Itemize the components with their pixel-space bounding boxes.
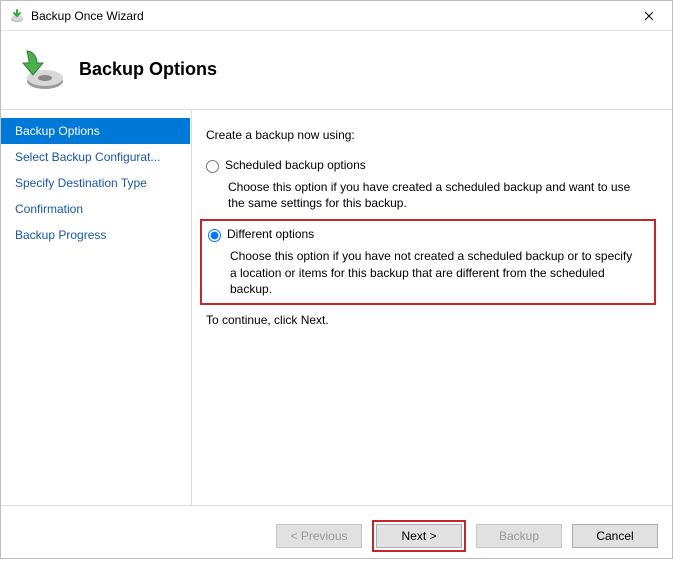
highlight-next-button: Next > bbox=[372, 520, 466, 552]
page-title: Backup Options bbox=[79, 59, 217, 80]
option-scheduled-backup-desc: Choose this option if you have created a… bbox=[228, 179, 644, 211]
option-different-options-desc: Choose this option if you have not creat… bbox=[230, 248, 638, 297]
wizard-main-panel: Create a backup now using: Scheduled bac… bbox=[191, 110, 672, 505]
sidebar-item-select-backup-configuration[interactable]: Select Backup Configurat... bbox=[1, 144, 190, 170]
backup-button: Backup bbox=[476, 524, 562, 548]
window-title: Backup Once Wizard bbox=[31, 9, 626, 23]
option-scheduled-backup[interactable]: Scheduled backup options bbox=[206, 158, 654, 173]
option-scheduled-backup-label: Scheduled backup options bbox=[225, 158, 366, 172]
wizard-header: Backup Options bbox=[1, 31, 672, 110]
sidebar-item-confirmation[interactable]: Confirmation bbox=[1, 196, 190, 222]
wizard-body: Backup Options Select Backup Configurat.… bbox=[1, 110, 672, 505]
wizard-footer: < Previous Next > Backup Cancel bbox=[1, 505, 672, 565]
app-icon bbox=[9, 8, 25, 24]
previous-button: < Previous bbox=[276, 524, 362, 548]
intro-text: Create a backup now using: bbox=[206, 128, 654, 142]
window-close-button[interactable] bbox=[626, 1, 672, 31]
radio-different-options[interactable] bbox=[208, 229, 221, 242]
titlebar: Backup Once Wizard bbox=[1, 1, 672, 31]
option-different-options[interactable]: Different options bbox=[208, 227, 648, 242]
radio-scheduled-backup[interactable] bbox=[206, 160, 219, 173]
backup-icon bbox=[17, 45, 65, 93]
continue-hint: To continue, click Next. bbox=[206, 313, 654, 327]
highlight-different-options: Different options Choose this option if … bbox=[200, 219, 656, 305]
sidebar-item-backup-progress[interactable]: Backup Progress bbox=[1, 222, 190, 248]
option-different-options-label: Different options bbox=[227, 227, 314, 241]
sidebar-item-backup-options[interactable]: Backup Options bbox=[1, 118, 190, 144]
wizard-steps-sidebar: Backup Options Select Backup Configurat.… bbox=[1, 110, 191, 505]
sidebar-item-specify-destination-type[interactable]: Specify Destination Type bbox=[1, 170, 190, 196]
cancel-button[interactable]: Cancel bbox=[572, 524, 658, 548]
next-button[interactable]: Next > bbox=[376, 524, 462, 548]
